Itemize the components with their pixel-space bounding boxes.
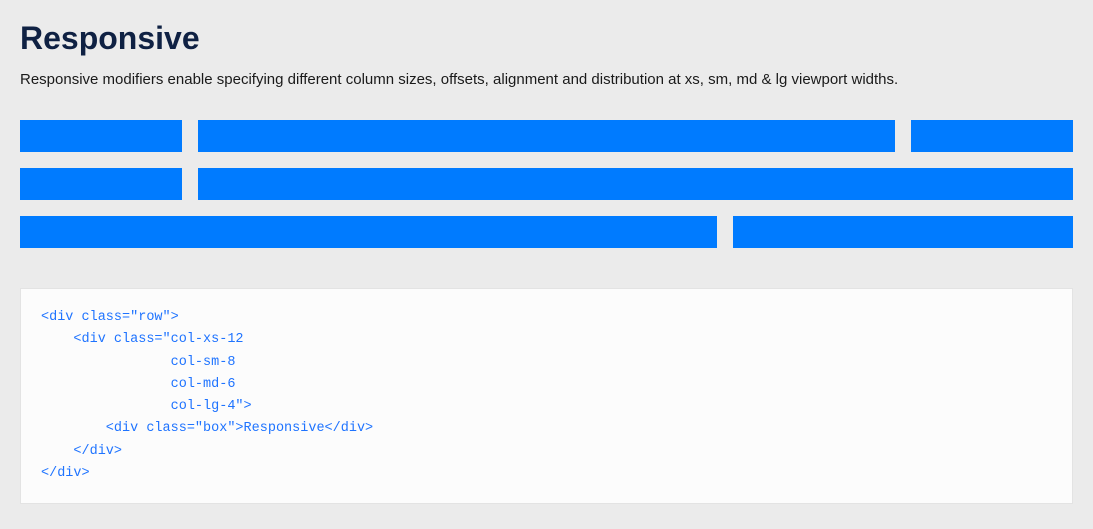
demo-row (12, 216, 1081, 248)
demo-row (12, 168, 1081, 200)
grid-demo (20, 120, 1073, 248)
demo-col (903, 120, 1081, 152)
demo-box (198, 168, 1073, 200)
demo-box (733, 216, 1073, 248)
demo-box (911, 120, 1073, 152)
demo-box (20, 168, 182, 200)
demo-col (190, 120, 903, 152)
demo-box (20, 216, 717, 248)
demo-col (725, 216, 1081, 248)
demo-col (12, 168, 190, 200)
demo-box (198, 120, 895, 152)
code-example: <div class="row"> <div class="col-xs-12 … (20, 288, 1073, 504)
demo-col (190, 168, 1081, 200)
demo-col (12, 216, 725, 248)
section-description: Responsive modifiers enable specifying d… (20, 69, 1073, 90)
demo-box (20, 120, 182, 152)
demo-col (12, 120, 190, 152)
section-heading: Responsive (20, 20, 1073, 57)
demo-row (12, 120, 1081, 152)
